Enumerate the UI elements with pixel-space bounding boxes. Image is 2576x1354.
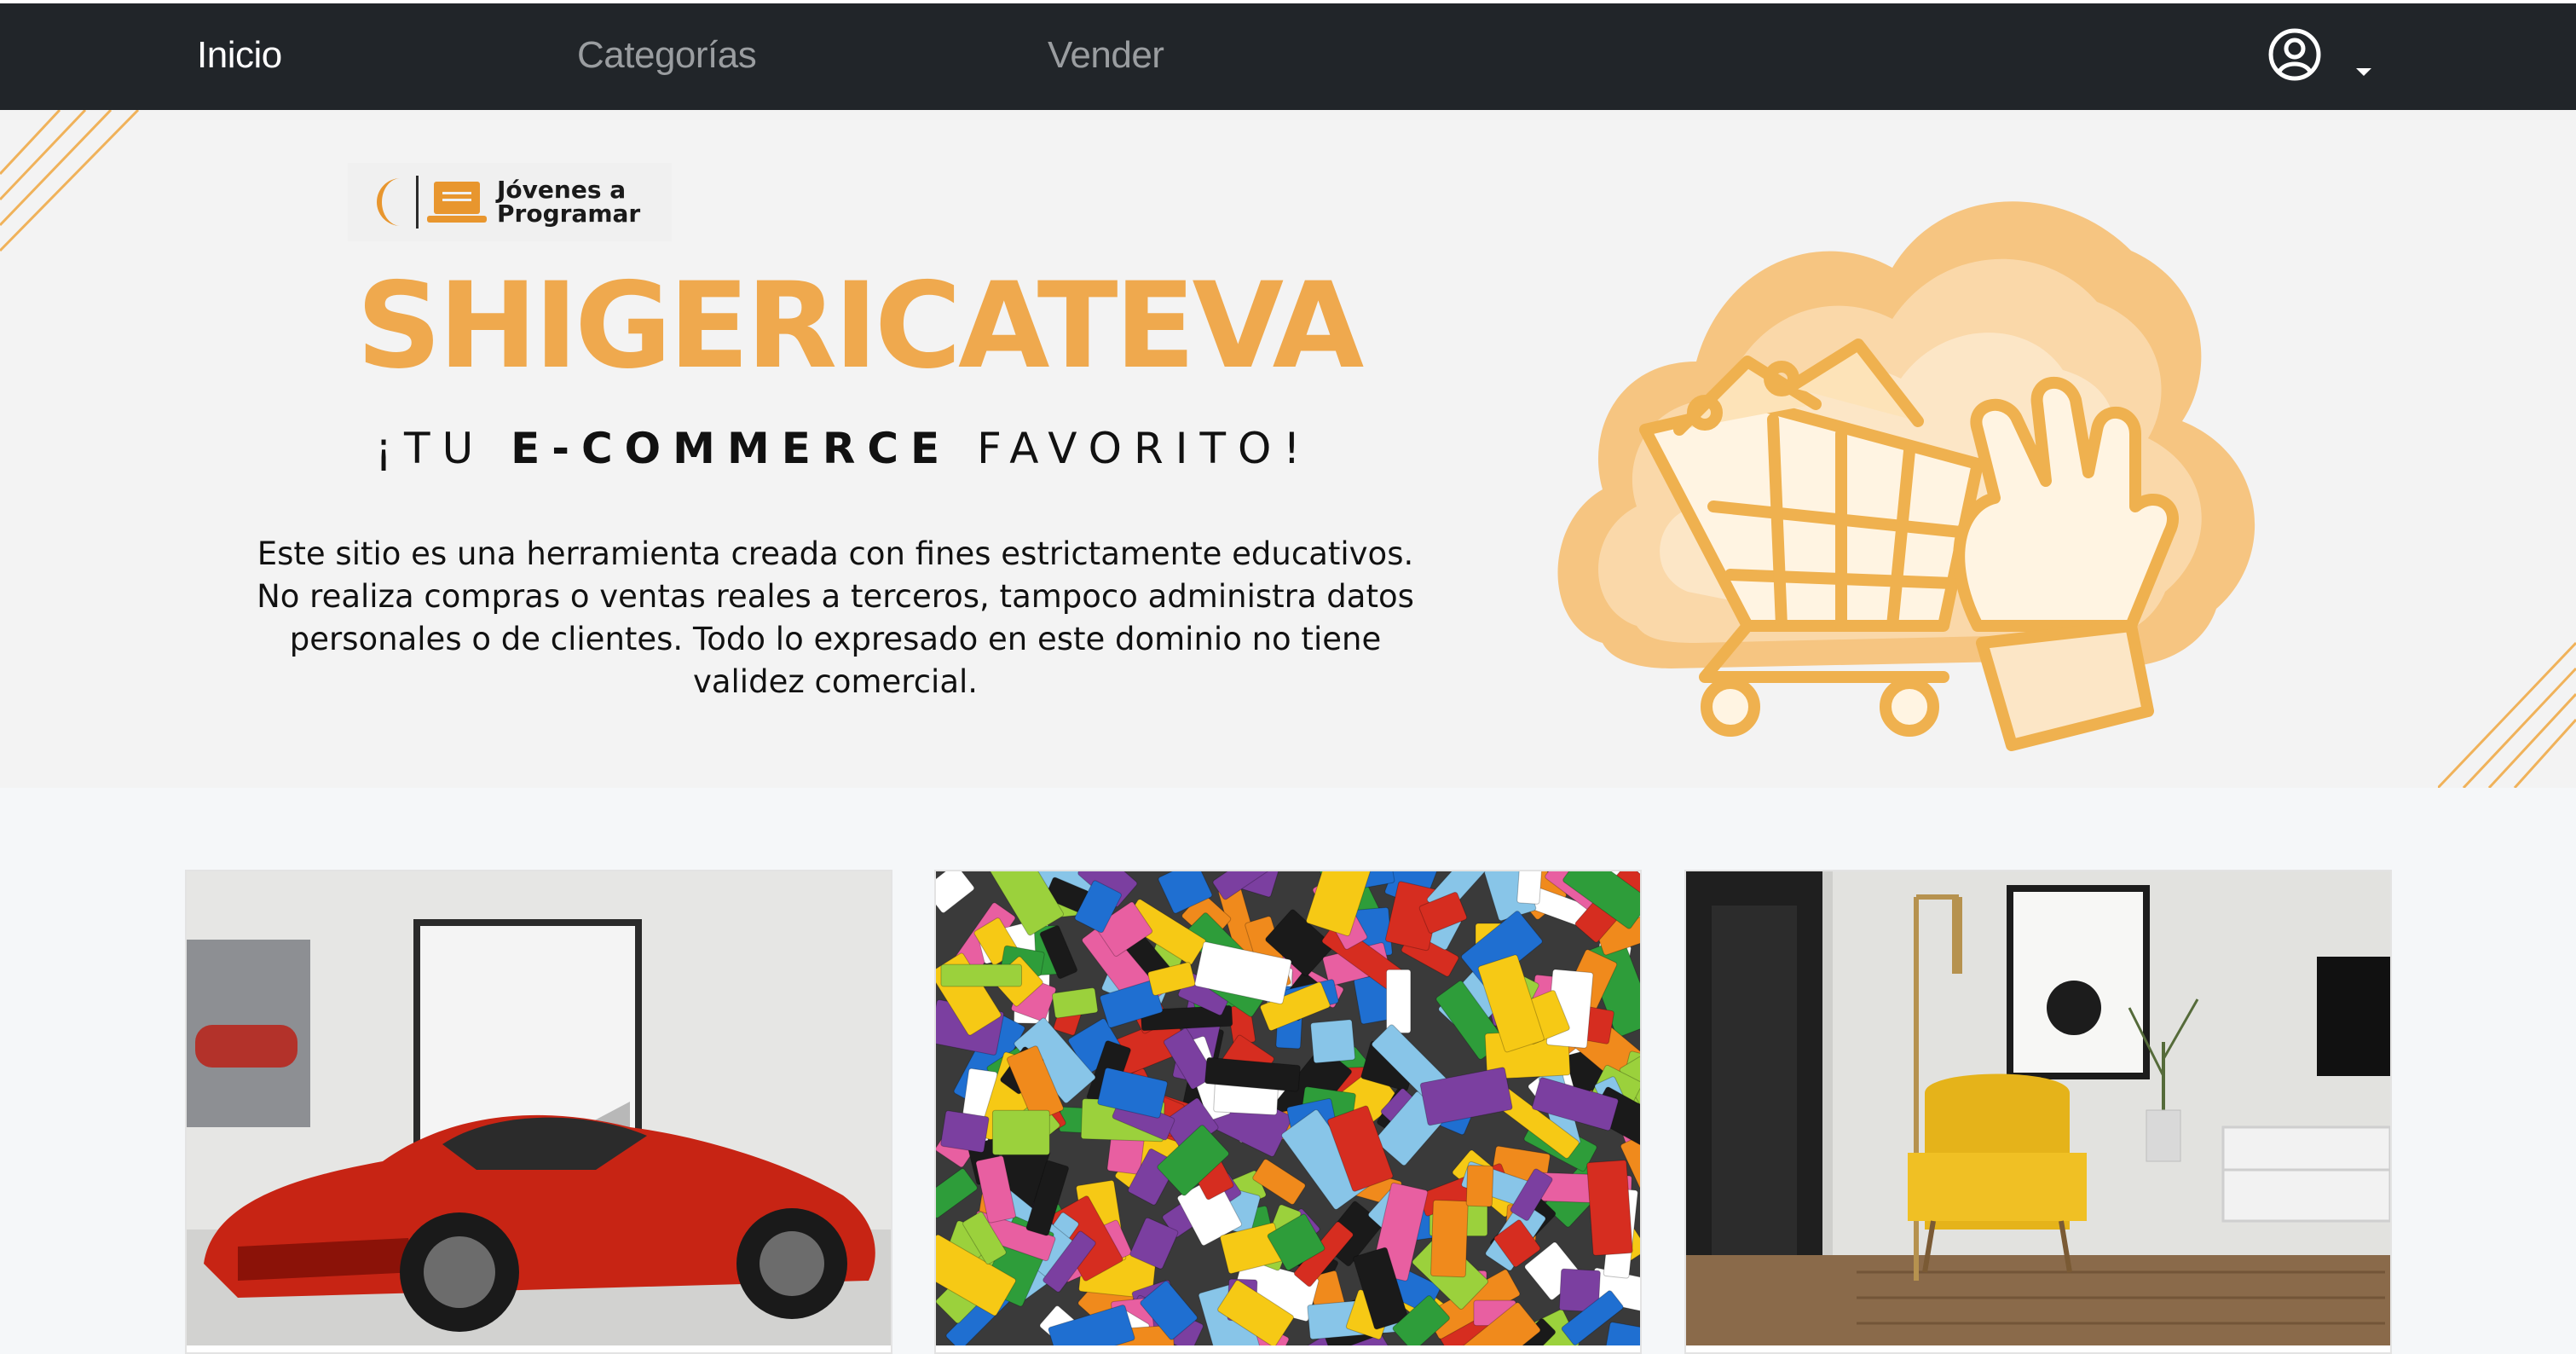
product-card[interactable] bbox=[185, 870, 892, 1354]
product-card[interactable] bbox=[934, 870, 1642, 1354]
hero-banner: Jóvenes a Programar SHIGERICATEVA ¡TU E-… bbox=[0, 110, 2576, 788]
nav-link-vender[interactable]: Vender bbox=[1048, 34, 1164, 77]
shopping-cart-hand-icon bbox=[1557, 201, 2255, 751]
disclaimer-text: Este sitio es una herramienta creada con… bbox=[257, 535, 1414, 700]
nav-link-categorias[interactable]: Categorías bbox=[577, 34, 757, 77]
decorative-lines-icon bbox=[2438, 641, 2576, 788]
red-sports-car-image bbox=[187, 871, 891, 1345]
lego-bricks-image bbox=[936, 871, 1640, 1352]
product-card[interactable] bbox=[1684, 870, 2392, 1354]
logo-text-line1: Jóvenes a bbox=[497, 176, 627, 204]
site-subtitle: ¡TU E-COMMERCE FAVORITO! bbox=[375, 424, 1313, 473]
user-circle-icon bbox=[2268, 28, 2321, 81]
logo-text-line2: Programar bbox=[497, 200, 641, 228]
caret-down-icon bbox=[2356, 68, 2371, 76]
decorative-lines-icon bbox=[0, 110, 140, 252]
top-navbar: Inicio Categorías Vender bbox=[0, 0, 2576, 110]
jovenes-a-programar-logo: Jóvenes a Programar bbox=[348, 163, 672, 241]
user-menu-dropdown[interactable] bbox=[2267, 27, 2378, 89]
laptop-icon bbox=[427, 182, 487, 223]
yellow-armchair-living-room-image bbox=[1686, 871, 2390, 1345]
featured-categories bbox=[0, 788, 2576, 1354]
nav-link-inicio[interactable]: Inicio bbox=[197, 34, 282, 77]
site-title: SHIGERICATEVA bbox=[356, 257, 1364, 395]
moon-icon bbox=[377, 178, 401, 226]
